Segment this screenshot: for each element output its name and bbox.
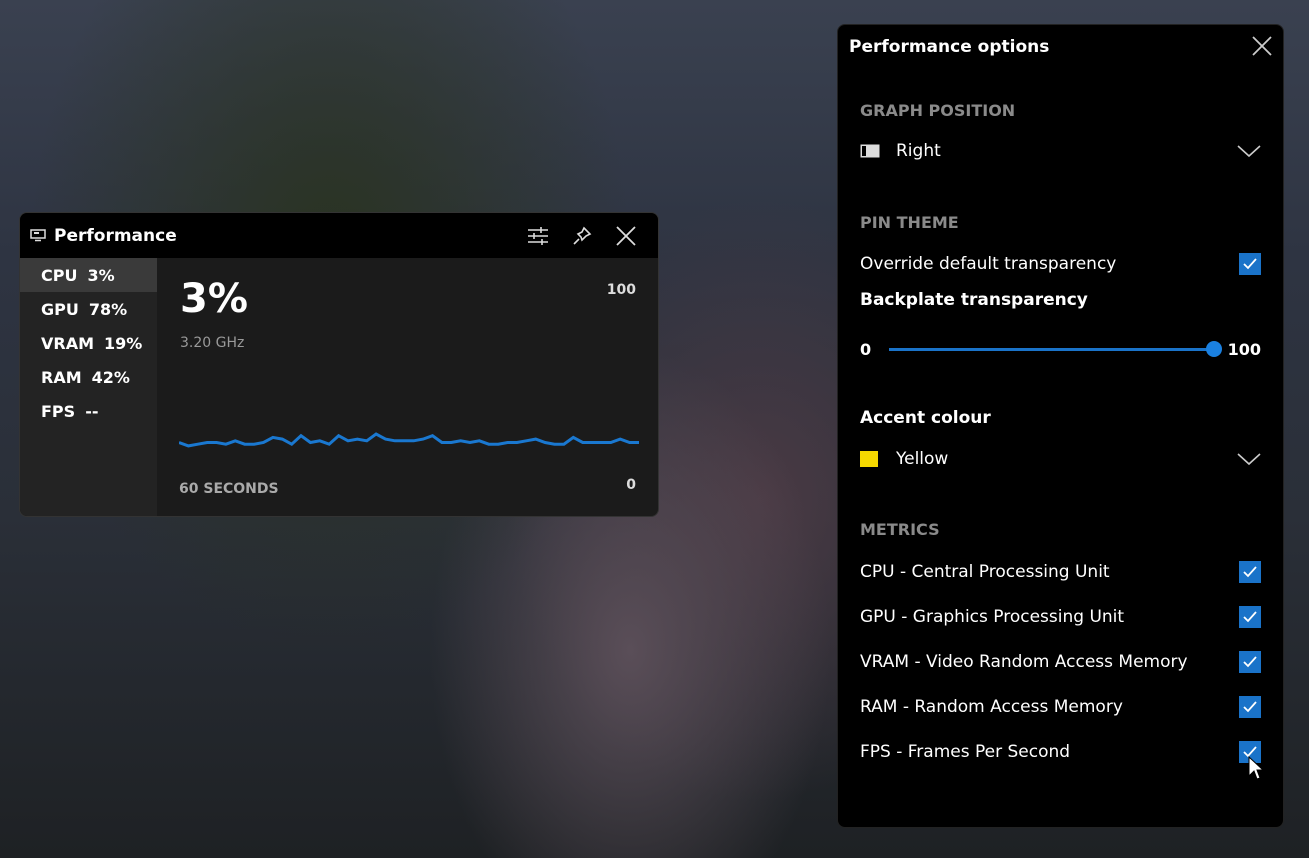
slider-thumb[interactable]: [1205, 341, 1222, 357]
metric-value: 78%: [88, 299, 128, 319]
override-transparency-checkbox[interactable]: [1239, 253, 1261, 275]
metric-name: FPS: [41, 401, 76, 421]
backplate-transparency-label: Backplate transparency: [860, 290, 1088, 310]
override-transparency-row[interactable]: Override default transparency: [860, 253, 1261, 275]
metric-value: --: [85, 401, 99, 421]
metric-option-checkbox[interactable]: [1239, 651, 1261, 673]
axis-max: 100: [606, 282, 636, 298]
time-label: 60 SECONDS: [179, 481, 279, 497]
slider-min: 0: [860, 340, 872, 359]
metric-option-label: VRAM - Video Random Access Memory: [860, 652, 1188, 672]
metric-option-label: GPU - Graphics Processing Unit: [860, 607, 1125, 627]
metrics-heading: METRICS: [860, 520, 940, 539]
monitor-icon: [30, 229, 46, 242]
metric-option-row[interactable]: CPU - Central Processing Unit: [860, 561, 1261, 583]
accent-swatch: [860, 451, 878, 467]
axis-min: 0: [626, 477, 636, 493]
chevron-down-icon: [1237, 145, 1261, 158]
metric-list: CPU 3% GPU 78% VRAM 19% RAM 42% FPS --: [20, 258, 157, 516]
pin-icon: [573, 226, 592, 245]
widget-header[interactable]: Performance: [20, 213, 658, 258]
chevron-down-icon: [1237, 453, 1261, 466]
checkmark-icon: [1243, 611, 1257, 623]
metric-option-row[interactable]: GPU - Graphics Processing Unit: [860, 606, 1261, 628]
performance-widget: Performance CPU 3% GPU 78% VRAM 19% RAM 42% FPS -…: [19, 212, 659, 517]
usage-line: [179, 432, 639, 448]
mouse-cursor-icon: [1248, 756, 1264, 780]
metric-option-label: CPU - Central Processing Unit: [860, 562, 1110, 582]
metric-name: VRAM: [41, 333, 95, 353]
metric-option-checkbox[interactable]: [1239, 606, 1261, 628]
slider-max: 100: [1227, 340, 1261, 359]
metric-value: 19%: [104, 333, 143, 353]
override-transparency-label: Override default transparency: [860, 254, 1117, 274]
accent-colour-dropdown[interactable]: Yellow: [860, 449, 1261, 469]
metric-value: 3%: [87, 265, 115, 285]
checkmark-icon: [1243, 566, 1257, 578]
accent-colour-label: Accent colour: [860, 408, 991, 428]
usage-graph: [179, 432, 639, 448]
backplate-slider[interactable]: [889, 341, 1222, 357]
close-icon: [1252, 36, 1272, 56]
metric-vram[interactable]: VRAM 19%: [20, 326, 157, 360]
close-widget-button[interactable]: [604, 221, 648, 251]
metric-fps[interactable]: FPS --: [20, 394, 157, 428]
metric-name: RAM: [41, 367, 82, 387]
performance-options-panel: Performance options GRAPH POSITION Right…: [837, 24, 1284, 828]
backplate-slider-row: 0 100: [860, 340, 1261, 359]
metric-option-label: RAM - Random Access Memory: [860, 697, 1123, 717]
metric-value: 42%: [91, 367, 130, 387]
metric-name: GPU: [41, 299, 79, 319]
metric-option-checkbox[interactable]: [1239, 561, 1261, 583]
metric-option-label: FPS - Frames Per Second: [860, 742, 1071, 762]
graph-position-heading: GRAPH POSITION: [860, 101, 1016, 120]
metric-option-row[interactable]: VRAM - Video Random Access Memory: [860, 651, 1261, 673]
checkmark-icon: [1243, 656, 1257, 668]
metric-cpu[interactable]: CPU 3%: [20, 258, 157, 292]
pin-theme-heading: PIN THEME: [860, 213, 959, 232]
checkmark-icon: [1243, 701, 1257, 713]
graph-area: 3% 3.20 GHz 100 60 SECONDS 0: [157, 258, 658, 516]
metric-option-row[interactable]: FPS - Frames Per Second: [860, 741, 1261, 763]
metric-name: CPU: [41, 265, 78, 285]
widget-title: Performance: [54, 225, 177, 246]
metric-option-checkbox[interactable]: [1239, 696, 1261, 718]
metric-option-row[interactable]: RAM - Random Access Memory: [860, 696, 1261, 718]
graph-right-icon: [860, 144, 880, 158]
metric-gpu[interactable]: GPU 78%: [20, 292, 157, 326]
options-button[interactable]: [516, 221, 560, 251]
sliders-icon: [528, 226, 548, 245]
checkmark-icon: [1243, 258, 1257, 270]
graph-position-dropdown[interactable]: Right: [860, 141, 1261, 161]
pin-button[interactable]: [560, 221, 604, 251]
metric-ram[interactable]: RAM 42%: [20, 360, 157, 394]
accent-colour-value: Yellow: [896, 449, 949, 469]
close-icon: [616, 225, 636, 246]
graph-position-value: Right: [896, 141, 941, 161]
close-panel-button[interactable]: [1251, 35, 1273, 61]
panel-title: Performance options: [849, 37, 1050, 57]
